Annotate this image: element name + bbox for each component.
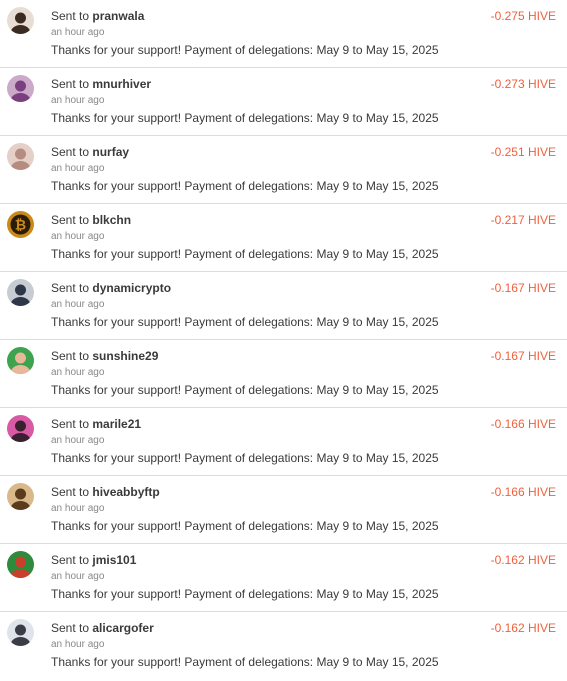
transaction-time: an hour ago (51, 503, 105, 514)
transaction-time: an hour ago (51, 639, 105, 650)
transaction-amount: -0.166 HIVE (490, 417, 556, 431)
svg-text:₿: ₿ (15, 218, 26, 234)
transaction-amount: -0.162 HIVE (490, 553, 556, 567)
avatar[interactable] (7, 347, 34, 374)
transaction-memo: Thanks for your support! Payment of dele… (51, 247, 439, 261)
transaction-memo: Thanks for your support! Payment of dele… (51, 519, 439, 533)
transaction-amount: -0.167 HIVE (490, 281, 556, 295)
transaction-row: Sent to hiveabbyftp an hour ago Thanks f… (0, 476, 567, 544)
transaction-memo: Thanks for your support! Payment of dele… (51, 111, 439, 125)
transaction-prefix: Sent to (51, 553, 90, 567)
transaction-amount: -0.275 HIVE (490, 9, 556, 23)
avatar[interactable] (7, 143, 34, 170)
transaction-amount: -0.251 HIVE (490, 145, 556, 159)
transaction-amount: -0.166 HIVE (490, 485, 556, 499)
recipient-username[interactable]: alicargofer (92, 621, 153, 635)
transaction-row: Sent to mnurhiver an hour ago Thanks for… (0, 68, 567, 136)
recipient-username[interactable]: sunshine29 (92, 349, 158, 363)
transaction-time: an hour ago (51, 571, 105, 582)
avatar[interactable] (7, 7, 34, 34)
recipient-username[interactable]: marile21 (92, 417, 141, 431)
transaction-time: an hour ago (51, 231, 105, 242)
transaction-prefix: Sent to (51, 621, 90, 635)
avatar-animal-icon (7, 483, 34, 510)
transaction-title: Sent to alicargofer (51, 621, 154, 635)
transaction-prefix: Sent to (51, 417, 90, 431)
bitcoin-icon: ₿ (7, 211, 34, 238)
avatar-person-icon (7, 551, 34, 578)
transaction-prefix: Sent to (51, 281, 90, 295)
avatar[interactable] (7, 619, 34, 646)
transaction-row: Sent to jmis101 an hour ago Thanks for y… (0, 544, 567, 612)
transaction-amount: -0.273 HIVE (490, 77, 556, 91)
transaction-time: an hour ago (51, 299, 105, 310)
transaction-prefix: Sent to (51, 213, 90, 227)
transaction-prefix: Sent to (51, 349, 90, 363)
recipient-username[interactable]: pranwala (92, 9, 144, 23)
transaction-title: Sent to pranwala (51, 9, 144, 23)
transaction-prefix: Sent to (51, 145, 90, 159)
avatar-person-icon (7, 279, 34, 306)
transaction-amount: -0.217 HIVE (490, 213, 556, 227)
transaction-amount: -0.162 HIVE (490, 621, 556, 635)
avatar-person-icon (7, 619, 34, 646)
transaction-memo: Thanks for your support! Payment of dele… (51, 315, 439, 329)
transaction-title: Sent to mnurhiver (51, 77, 151, 91)
transaction-row: Sent to dynamicrypto an hour ago Thanks … (0, 272, 567, 340)
avatar-person-icon (7, 75, 34, 102)
transaction-amount: -0.167 HIVE (490, 349, 556, 363)
avatar[interactable]: ₿ (7, 211, 34, 238)
transaction-memo: Thanks for your support! Payment of dele… (51, 383, 439, 397)
avatar[interactable] (7, 483, 34, 510)
avatar-person-icon (7, 415, 34, 442)
transaction-time: an hour ago (51, 163, 105, 174)
transaction-list: Sent to pranwala an hour ago Thanks for … (0, 0, 567, 680)
transaction-row: Sent to sunshine29 an hour ago Thanks fo… (0, 340, 567, 408)
transaction-time: an hour ago (51, 435, 105, 446)
transaction-title: Sent to nurfay (51, 145, 129, 159)
transaction-row: Sent to pranwala an hour ago Thanks for … (0, 0, 567, 68)
transaction-prefix: Sent to (51, 9, 90, 23)
transaction-memo: Thanks for your support! Payment of dele… (51, 587, 439, 601)
transaction-title: Sent to dynamicrypto (51, 281, 171, 295)
recipient-username[interactable]: dynamicrypto (92, 281, 171, 295)
recipient-username[interactable]: hiveabbyftp (92, 485, 159, 499)
transaction-time: an hour ago (51, 27, 105, 38)
transaction-prefix: Sent to (51, 485, 90, 499)
transaction-row: Sent to alicargofer an hour ago Thanks f… (0, 612, 567, 680)
transaction-row: ₿ Sent to blkchn an hour ago Thanks for … (0, 204, 567, 272)
avatar-person-icon (7, 7, 34, 34)
transaction-memo: Thanks for your support! Payment of dele… (51, 43, 439, 57)
recipient-username[interactable]: nurfay (92, 145, 129, 159)
avatar-person-icon (7, 143, 34, 170)
transaction-row: Sent to marile21 an hour ago Thanks for … (0, 408, 567, 476)
recipient-username[interactable]: blkchn (92, 213, 131, 227)
transaction-memo: Thanks for your support! Payment of dele… (51, 179, 439, 193)
transaction-time: an hour ago (51, 95, 105, 106)
avatar[interactable] (7, 279, 34, 306)
avatar[interactable] (7, 551, 34, 578)
transaction-title: Sent to marile21 (51, 417, 141, 431)
transaction-memo: Thanks for your support! Payment of dele… (51, 451, 439, 465)
transaction-prefix: Sent to (51, 77, 90, 91)
avatar-person-icon (7, 347, 34, 374)
transaction-row: Sent to nurfay an hour ago Thanks for yo… (0, 136, 567, 204)
recipient-username[interactable]: mnurhiver (92, 77, 151, 91)
avatar[interactable] (7, 75, 34, 102)
transaction-time: an hour ago (51, 367, 105, 378)
transaction-title: Sent to hiveabbyftp (51, 485, 160, 499)
transaction-memo: Thanks for your support! Payment of dele… (51, 655, 439, 669)
transaction-title: Sent to sunshine29 (51, 349, 158, 363)
transaction-title: Sent to blkchn (51, 213, 131, 227)
avatar[interactable] (7, 415, 34, 442)
transaction-title: Sent to jmis101 (51, 553, 136, 567)
recipient-username[interactable]: jmis101 (92, 553, 136, 567)
